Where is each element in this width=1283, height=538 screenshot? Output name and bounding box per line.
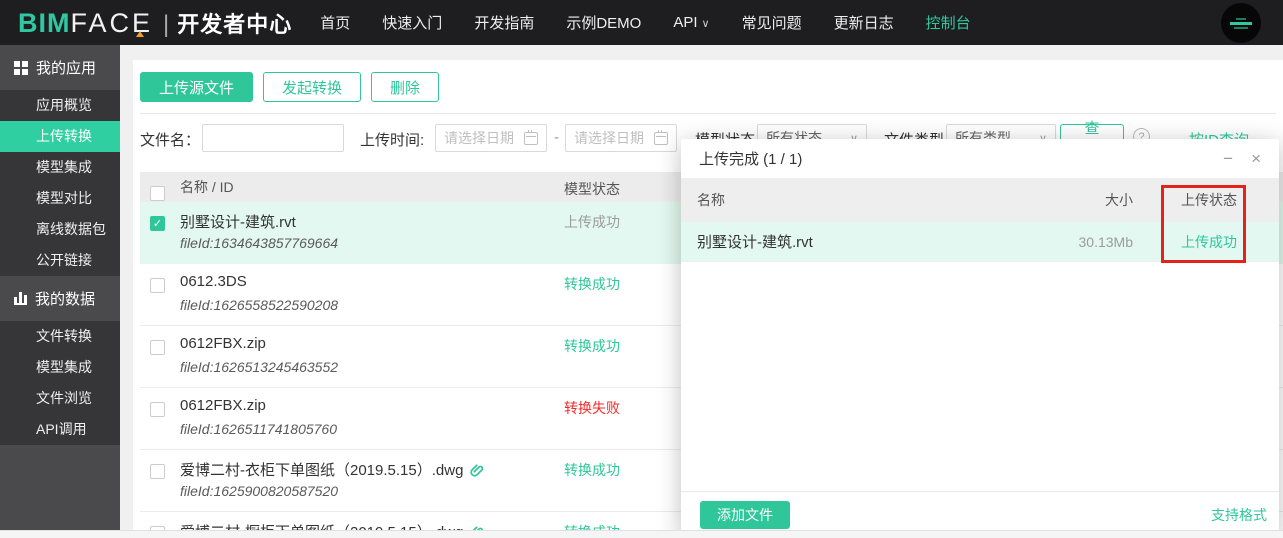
select-all-checkbox[interactable] (150, 186, 165, 201)
calendar-icon (654, 129, 668, 145)
file-name: 0612.3DS (180, 273, 247, 290)
file-id: fileId:1626511741805760 (180, 421, 338, 437)
upload-status-column-header: 上传状态 (1181, 192, 1237, 208)
status-badge: 转换成功 (562, 522, 620, 530)
sidebar-item-model-compare[interactable]: 模型对比 (0, 183, 120, 214)
file-id: fileId:1626513245463552 (180, 359, 339, 375)
file-name: 别墅设计-建筑.rvt (697, 234, 813, 251)
file-name: 爱博二村-衣柜下单图纸（2019.5.15）.dwg (180, 459, 484, 480)
nav-home[interactable]: 首页 (320, 12, 350, 33)
filename-input[interactable] (202, 124, 344, 152)
model-status-column-header: 模型状态 (564, 181, 620, 197)
nav-console[interactable]: 控制台 (926, 12, 971, 33)
close-icon[interactable]: × (1251, 150, 1261, 167)
row-checkbox[interactable] (150, 402, 165, 417)
file-id: fileId:1625900820587520 (180, 483, 339, 499)
nav-quickstart[interactable]: 快速入门 (382, 12, 442, 33)
logo-bim-text: BIM (18, 7, 71, 38)
start-convert-button[interactable]: 发起转换 (263, 72, 362, 102)
chevron-down-icon: ∨ (701, 18, 710, 30)
logo-subtitle: 开发者中心 (177, 11, 293, 37)
topbar: BIM FACE | 开发者中心 首页 快速入门 开发指南 示例DEMO API ∨… (0, 0, 1283, 45)
file-id: fileId:1626558522590208 (180, 297, 339, 313)
sidebar-item-model-integration-stats[interactable]: 模型集成 (0, 352, 120, 383)
file-size: 30.13Mb (1078, 233, 1133, 250)
logo-divider: | (163, 10, 170, 38)
sidebar-group: 文件转换 模型集成 文件浏览 API调用 (0, 321, 120, 445)
dialog-table-header: 名称 大小 上传状态 (681, 178, 1279, 222)
sidebar-section-my-apps: 我的应用 (0, 45, 120, 90)
upload-status-badge: 上传成功 (1181, 233, 1237, 250)
date-range-dash: - (554, 129, 559, 146)
row-checkbox[interactable] (150, 340, 165, 355)
sidebar-section-title: 我的应用 (36, 60, 97, 77)
file-id: fileId:1634643857769664 (180, 235, 339, 251)
upload-time-label: 上传时间: (360, 132, 425, 149)
calendar-icon (524, 129, 538, 145)
sidebar-item-file-convert-stats[interactable]: 文件转换 (0, 321, 120, 352)
date-to-placeholder: 请选择日期 (574, 130, 644, 146)
sidebar-item-public-link[interactable]: 公开链接 (0, 245, 120, 276)
link-icon[interactable] (469, 463, 484, 477)
sidebar-item-api-calls[interactable]: API调用 (0, 414, 120, 445)
dialog-titlebar: 上传完成 (1 / 1) − × (681, 139, 1279, 178)
status-badge: 上传成功 (564, 214, 620, 230)
sidebar: 我的应用 应用概览 上传转换 模型集成 模型对比 离线数据包 公开链接 我的数据… (0, 45, 120, 531)
minimize-icon[interactable]: − (1223, 150, 1233, 167)
uploaded-file-row[interactable]: 别墅设计-建筑.rvt 30.13Mb 上传成功 (681, 222, 1279, 262)
supported-formats-link[interactable]: 支持格式 (1211, 505, 1267, 525)
upload-complete-dialog: 上传完成 (1 / 1) − × 名称 大小 上传状态 别墅设计-建筑.rvt … (681, 139, 1279, 538)
date-to-input[interactable]: 请选择日期 (565, 124, 677, 152)
file-name: 0612FBX.zip (180, 397, 266, 414)
status-badge: 转换成功 (564, 338, 620, 354)
status-badge: 转换失败 (564, 400, 620, 416)
sidebar-item-offline-package[interactable]: 离线数据包 (0, 214, 120, 245)
filename-label: 文件名： (140, 132, 201, 149)
file-name: 爱博二村-橱柜下单图纸（2019.5.15）.dwg (180, 521, 484, 530)
date-from-input[interactable]: 请选择日期 (435, 124, 547, 152)
upload-source-file-button[interactable]: 上传源文件 (140, 72, 254, 102)
file-name: 0612FBX.zip (180, 335, 266, 352)
status-badge: 转换成功 (564, 462, 620, 478)
nav-demo[interactable]: 示例DEMO (566, 12, 641, 33)
horizontal-scrollbar[interactable] (0, 530, 1283, 538)
date-from-placeholder: 请选择日期 (444, 130, 514, 146)
nav-changelog[interactable]: 更新日志 (834, 12, 894, 33)
sidebar-item-app-overview[interactable]: 应用概览 (0, 90, 120, 121)
add-file-button[interactable]: 添加文件 (700, 501, 790, 529)
logo-arrow-icon (136, 30, 144, 37)
sidebar-item-upload-convert[interactable]: 上传转换 (0, 121, 120, 152)
dialog-title: 上传完成 (1 / 1) (699, 151, 803, 168)
sidebar-group: 应用概览 上传转换 模型集成 模型对比 离线数据包 公开链接 (0, 90, 120, 276)
nav-api[interactable]: API ∨ (673, 14, 709, 31)
delete-button[interactable]: 删除 (371, 72, 440, 102)
nav-faq[interactable]: 常见问题 (742, 12, 802, 33)
sidebar-section-my-data: 我的数据 (0, 276, 120, 321)
sidebar-section-title: 我的数据 (35, 291, 96, 308)
apps-grid-icon (14, 60, 28, 75)
name-column-header: 名称 (697, 192, 725, 208)
name-id-column-header: 名称 / ID (180, 179, 234, 195)
sidebar-item-file-browse-stats[interactable]: 文件浏览 (0, 383, 120, 414)
toolbar-divider (140, 113, 1276, 114)
row-checkbox[interactable] (150, 278, 165, 293)
size-column-header: 大小 (1105, 192, 1133, 208)
row-checkbox-checked[interactable]: ✓ (150, 216, 165, 231)
action-toolbar: 上传源文件 发起转换 删除 (140, 72, 440, 102)
status-badge: 转换成功 (564, 276, 620, 292)
bimface-logo[interactable]: BIM FACE | 开发者中心 (18, 7, 292, 39)
sidebar-item-model-integration[interactable]: 模型集成 (0, 152, 120, 183)
bar-chart-icon (14, 292, 27, 305)
user-avatar[interactable] (1221, 3, 1261, 43)
nav-guide[interactable]: 开发指南 (474, 12, 534, 33)
row-checkbox[interactable] (150, 464, 165, 479)
top-nav: 首页 快速入门 开发指南 示例DEMO API ∨ 常见问题 更新日志 控制台 (320, 12, 970, 33)
file-name: 别墅设计-建筑.rvt (180, 214, 296, 231)
